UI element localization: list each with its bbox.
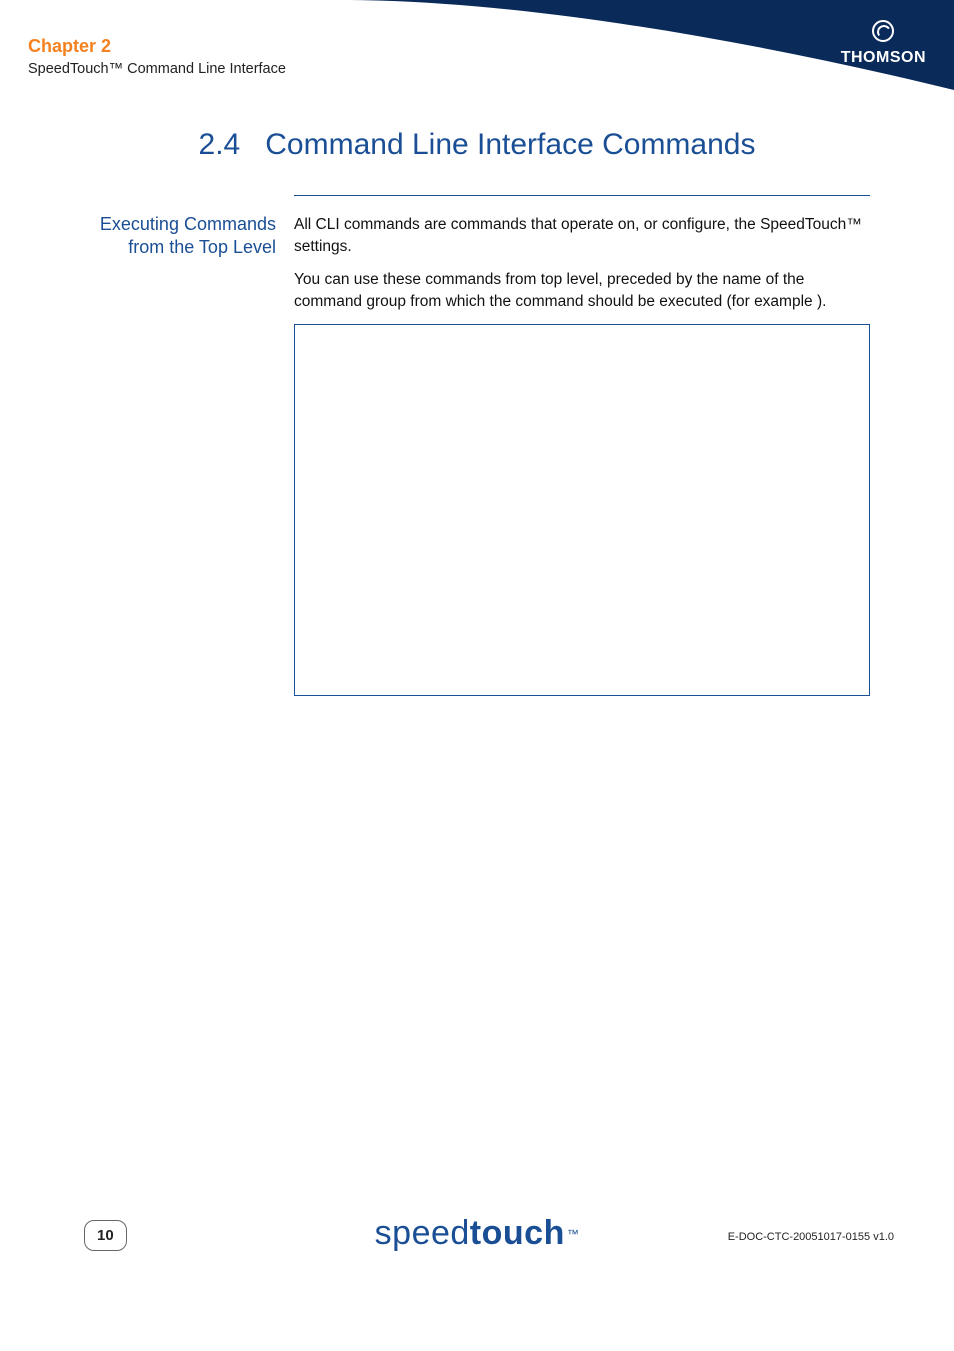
section-heading: 2.4 Command Line Interface Commands — [0, 128, 954, 162]
footer-logo-bold: touch — [470, 1214, 565, 1252]
margin-heading: Executing Commands from the Top Level — [84, 195, 276, 696]
paragraph-1: All CLI commands are commands that opera… — [294, 214, 870, 259]
paragraph-2-main: You can use these commands from top leve… — [294, 271, 817, 310]
brand-logo: THOMSON — [841, 20, 926, 67]
chapter-subtitle: SpeedTouch™ Command Line Interface — [28, 61, 286, 77]
code-box — [294, 324, 870, 696]
content-row: Executing Commands from the Top Level Al… — [84, 195, 870, 696]
body-text: All CLI commands are commands that opera… — [294, 214, 870, 314]
chapter-label: Chapter 2 — [28, 36, 286, 57]
paragraph-2-tail: ). — [817, 293, 826, 310]
brand-mark-icon — [872, 20, 894, 42]
footer-logo-thin: speed — [375, 1214, 470, 1252]
margin-heading-line2: from the Top Level — [84, 236, 276, 259]
chapter-header: Chapter 2 SpeedTouch™ Command Line Inter… — [28, 36, 286, 77]
section-number: 2.4 — [199, 128, 241, 161]
rule — [294, 195, 870, 196]
content-column: All CLI commands are commands that opera… — [294, 195, 870, 696]
brand-name: THOMSON — [841, 49, 926, 66]
section-title: Command Line Interface Commands — [265, 128, 755, 161]
paragraph-2: You can use these commands from top leve… — [294, 269, 870, 314]
document-id: E-DOC-CTC-20051017-0155 v1.0 — [728, 1231, 894, 1243]
page: Chapter 2 SpeedTouch™ Command Line Inter… — [0, 0, 954, 1351]
margin-heading-line1: Executing Commands — [84, 213, 276, 236]
footer-logo-tm: ™ — [567, 1227, 580, 1241]
